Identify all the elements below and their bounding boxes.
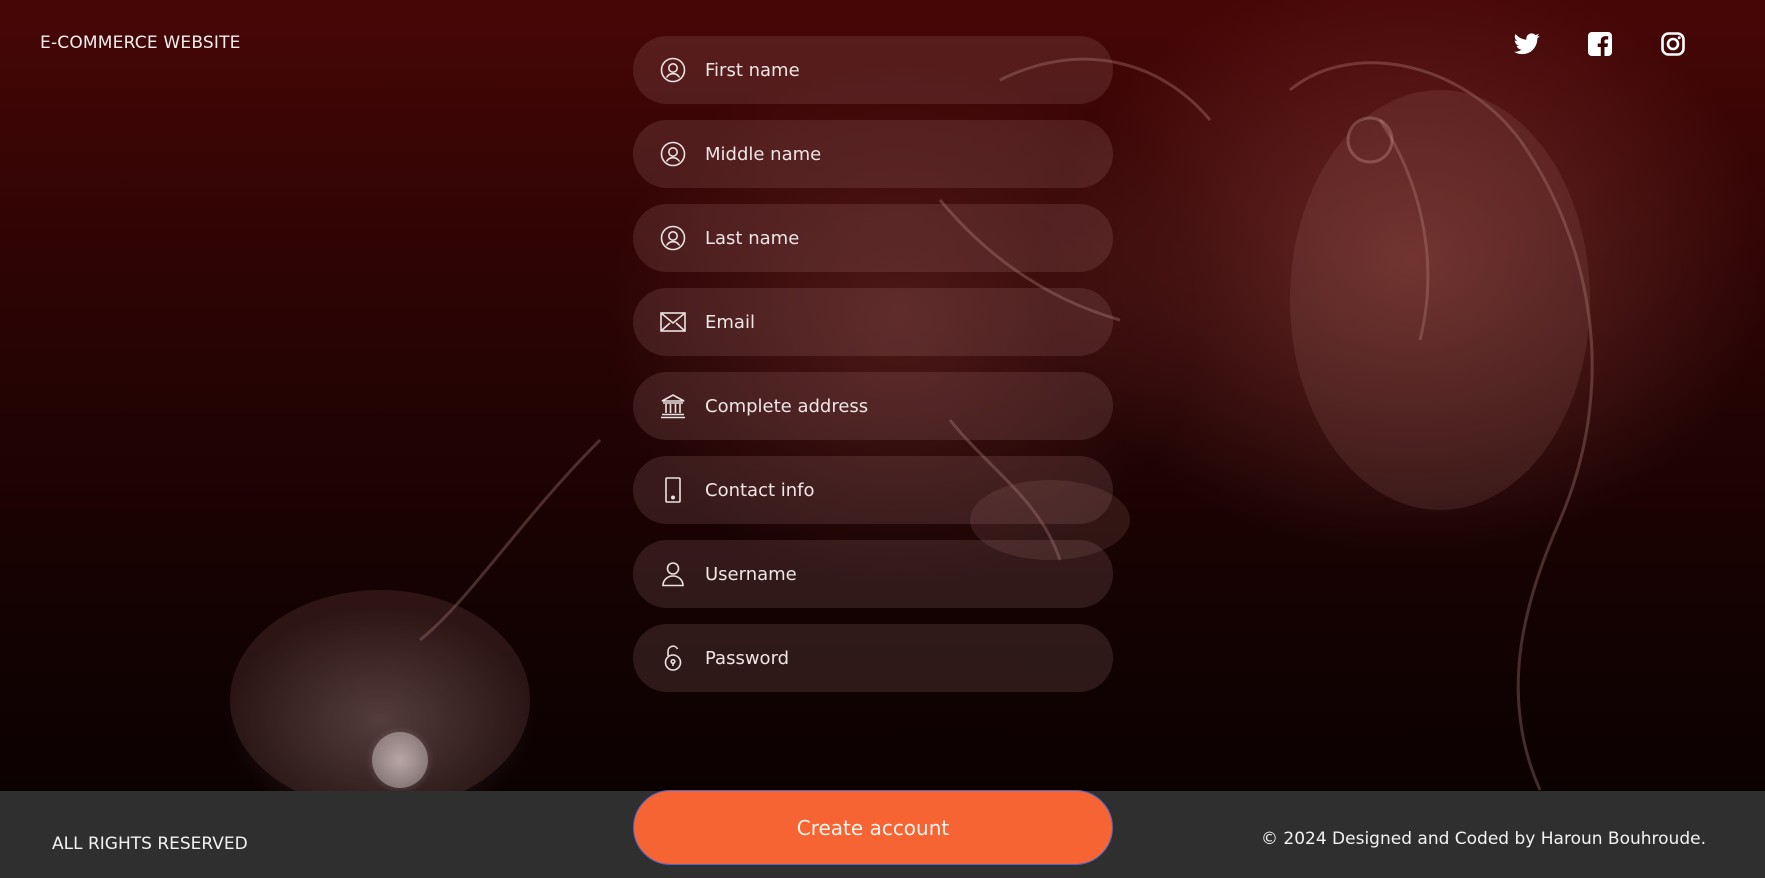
password-input[interactable] (705, 638, 1085, 678)
bank-icon (659, 392, 687, 420)
username-field[interactable] (633, 540, 1113, 608)
facebook-icon[interactable] (1586, 30, 1614, 58)
twitter-icon[interactable] (1513, 30, 1541, 58)
first-name-input[interactable] (705, 50, 1085, 90)
instagram-icon[interactable] (1659, 30, 1687, 58)
address-field[interactable] (633, 372, 1113, 440)
address-input[interactable] (705, 386, 1085, 426)
lock-open-icon (659, 644, 687, 672)
envelope-icon (659, 308, 687, 336)
phone-icon (659, 476, 687, 504)
signup-form (633, 36, 1113, 708)
middle-name-input[interactable] (705, 134, 1085, 174)
rights-text: ALL RIGHTS RESERVED (52, 834, 248, 854)
contact-input[interactable] (705, 470, 1085, 510)
hero-background: E-COMMERCE WEBSITE (0, 0, 1765, 791)
email-input[interactable] (705, 302, 1085, 342)
password-field[interactable] (633, 624, 1113, 692)
last-name-input[interactable] (705, 218, 1085, 258)
create-account-button[interactable]: Create account (633, 790, 1113, 865)
username-input[interactable] (705, 554, 1085, 594)
user-icon (659, 560, 687, 588)
user-circle-icon (659, 224, 687, 252)
contact-field[interactable] (633, 456, 1113, 524)
brand-title[interactable]: E-COMMERCE WEBSITE (40, 33, 241, 53)
first-name-field[interactable] (633, 36, 1113, 104)
credit-text: © 2024 Designed and Coded by Haroun Bouh… (1260, 829, 1706, 849)
email-field[interactable] (633, 288, 1113, 356)
middle-name-field[interactable] (633, 120, 1113, 188)
user-circle-icon (659, 140, 687, 168)
user-circle-icon (659, 56, 687, 84)
last-name-field[interactable] (633, 204, 1113, 272)
